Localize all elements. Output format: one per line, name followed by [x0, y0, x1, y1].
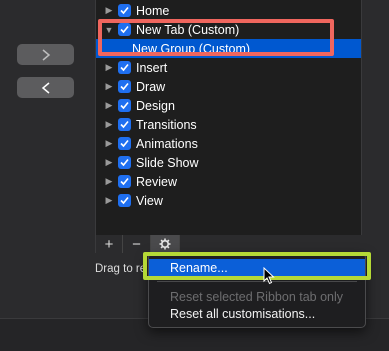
tree-item-label: View	[136, 193, 163, 208]
checkmark-icon	[120, 63, 129, 72]
checkmark-icon	[120, 196, 129, 205]
tree-item[interactable]: ▼ New Tab (Custom)	[96, 20, 361, 39]
disclosure-collapsed-icon[interactable]: ▶	[104, 81, 114, 92]
chevron-right-icon	[42, 48, 50, 61]
tree-item[interactable]: ▶ Slide Show	[96, 153, 361, 172]
checkmark-icon	[120, 82, 129, 91]
tree-item[interactable]: ▶ Design	[96, 96, 361, 115]
disclosure-expanded-icon[interactable]: ▼	[104, 25, 114, 35]
checkmark-icon	[120, 6, 129, 15]
tree-item-label: Transitions	[136, 117, 197, 132]
checkbox[interactable]	[118, 80, 131, 93]
disclosure-collapsed-icon[interactable]: ▶	[104, 157, 114, 168]
reset-tab-menu-item: Reset selected Ribbon tab only	[170, 290, 344, 304]
tree-item-label: Draw	[136, 79, 166, 94]
checkmark-icon	[120, 158, 129, 167]
tree-item-label: New Group (Custom)	[132, 41, 251, 56]
checkbox[interactable]	[118, 61, 131, 74]
tree-item[interactable]: ▶ Animations	[96, 134, 361, 153]
tree-item-label: Slide Show	[136, 155, 199, 170]
checkbox[interactable]	[118, 175, 131, 188]
remove-button[interactable]: −	[123, 235, 151, 253]
tree-item[interactable]: New Group (Custom)	[96, 39, 361, 58]
tree-item[interactable]: ▶ Transitions	[96, 115, 361, 134]
checkbox[interactable]	[118, 23, 131, 36]
checkbox[interactable]	[118, 4, 131, 17]
settings-button[interactable]	[151, 235, 180, 253]
gear-icon	[159, 238, 171, 250]
tree-item[interactable]: ▶ Insert	[96, 58, 361, 77]
disclosure-collapsed-icon[interactable]: ▶	[104, 138, 114, 149]
disclosure-collapsed-icon[interactable]: ▶	[104, 119, 114, 130]
tree-item-label: Review	[136, 174, 177, 189]
menu-separator	[157, 281, 357, 282]
checkmark-icon	[120, 139, 129, 148]
move-back-button[interactable]	[17, 77, 74, 98]
tree-item-label: New Tab (Custom)	[136, 22, 240, 37]
tree-item[interactable]: ▶ Draw	[96, 77, 361, 96]
checkmark-icon	[120, 177, 129, 186]
tree-item-label: Animations	[136, 136, 198, 151]
mouse-cursor-icon	[263, 267, 275, 285]
checkbox[interactable]	[118, 194, 131, 207]
add-button[interactable]: +	[96, 235, 123, 253]
tree-toolbar: + −	[95, 235, 363, 253]
tree-item-label: Home	[136, 3, 170, 18]
checkbox[interactable]	[118, 137, 131, 150]
drag-hint-text: Drag to re	[95, 263, 147, 275]
context-menu: Rename... Reset selected Ribbon tab only…	[148, 253, 366, 328]
tree-item[interactable]: ▶ View	[96, 191, 361, 210]
disclosure-collapsed-icon[interactable]: ▶	[104, 5, 114, 16]
disclosure-collapsed-icon[interactable]: ▶	[104, 195, 114, 206]
tree-item[interactable]: ▶ Home	[96, 1, 361, 20]
reset-all-menu-item[interactable]: Reset all customisations...	[149, 305, 365, 323]
tree-item[interactable]: ▶ Review	[96, 172, 361, 191]
tree-item-label: Design	[136, 98, 175, 113]
rename-menu-item[interactable]: Rename...	[149, 259, 365, 277]
checkmark-icon	[120, 101, 129, 110]
chevron-left-icon	[41, 81, 49, 94]
tree-item-label: Insert	[136, 60, 168, 75]
move-forward-button[interactable]	[17, 44, 74, 65]
checkbox[interactable]	[118, 156, 131, 169]
checkmark-icon	[120, 120, 129, 129]
checkbox[interactable]	[118, 118, 131, 131]
disclosure-collapsed-icon[interactable]: ▶	[104, 100, 114, 111]
disclosure-collapsed-icon[interactable]: ▶	[104, 176, 114, 187]
disclosure-collapsed-icon[interactable]: ▶	[104, 62, 114, 73]
checkbox[interactable]	[118, 99, 131, 112]
ribbon-tabs-tree[interactable]: ▶ Home ▼ New Tab (Custom) New Group (Custom)…	[95, 0, 362, 236]
checkmark-icon	[120, 25, 129, 34]
